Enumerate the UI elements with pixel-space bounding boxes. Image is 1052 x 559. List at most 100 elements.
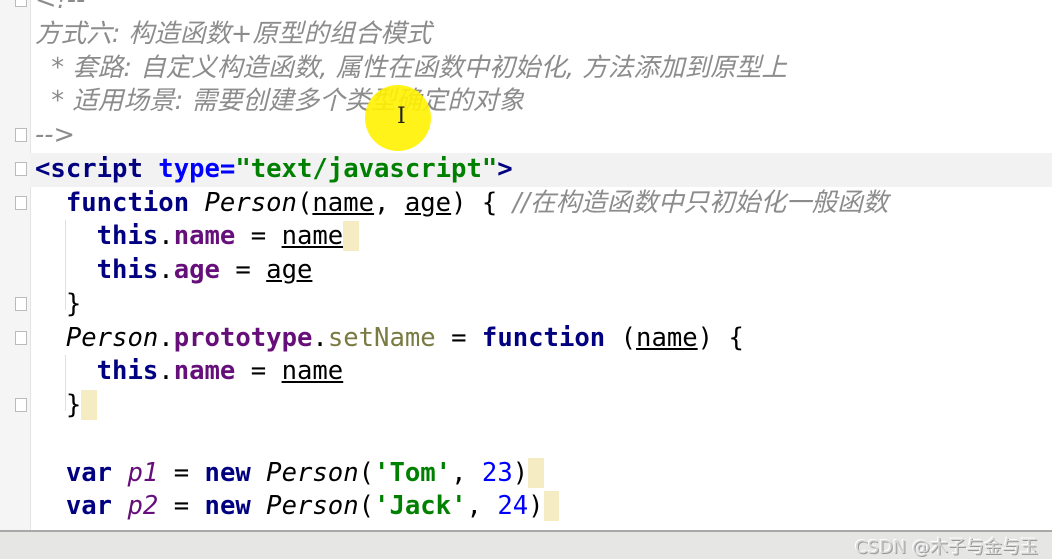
code-token-kw: var	[65, 491, 128, 522]
fold-marker-icon[interactable]	[15, 398, 27, 412]
code-line[interactable]: <script type="text/javascript">	[35, 152, 513, 186]
fold-marker-icon[interactable]	[15, 195, 27, 210]
code-line[interactable]: var p2 = new Person('Jack', 24)	[35, 489, 559, 523]
code-token-kw: new	[204, 491, 267, 522]
code-token-plain: .	[158, 356, 174, 387]
code-editor[interactable]: <!-- 方式六: 构造函数+原型的组合模式 * 套路: 自定义构造函数, 属性在…	[0, 0, 1052, 530]
code-token-plain: .	[158, 221, 174, 252]
code-token-kw: this	[96, 255, 159, 285]
code-token-plain: )	[512, 457, 529, 488]
code-token-plain: (	[296, 187, 313, 218]
text-cursor-icon: I	[397, 104, 406, 129]
code-token-plain: .	[312, 322, 328, 353]
code-token-comment: <!--	[35, 0, 86, 15]
code-token-comment: * 套路: 自定义构造函数, 属性在函数中初始化, 方法添加到原型上	[35, 52, 787, 83]
code-token-fn: Person	[266, 457, 359, 488]
brace-match-highlight	[528, 457, 544, 488]
code-token-num: 23	[481, 457, 513, 488]
code-token-attr: type=	[158, 153, 236, 184]
code-token-plain: =	[235, 221, 282, 252]
fold-marker-icon[interactable]	[15, 161, 27, 176]
brace-match-highlight	[343, 221, 359, 252]
code-token-kw: var	[65, 457, 128, 488]
code-token-plain: .	[158, 255, 174, 285]
code-token-plain: ,	[466, 491, 498, 522]
code-token-tag: >	[497, 153, 513, 184]
code-line[interactable]: this.name = name	[35, 354, 344, 388]
code-token-param: name	[636, 322, 698, 353]
code-token-kw: new	[204, 457, 267, 488]
indent-guide	[65, 355, 66, 411]
code-token-plain: (	[620, 322, 637, 353]
code-token-plain: }	[35, 288, 82, 319]
code-line[interactable]: <!--	[35, 0, 85, 17]
code-token-prop: name	[173, 221, 236, 252]
brace-match-highlight	[81, 390, 97, 420]
code-line[interactable]: 方式六: 构造函数+原型的组合模式	[35, 17, 432, 51]
code-token-fn: Person	[266, 491, 359, 522]
code-token-num: 24	[497, 491, 529, 522]
code-line[interactable]: * 适用场景: 需要创建多个类型确定的对象	[35, 84, 524, 118]
watermark: CSDN @木子与金与玉	[854, 537, 1038, 558]
fold-marker-icon[interactable]	[15, 296, 27, 311]
code-token-plain: =	[435, 322, 482, 353]
code-token-param: age	[404, 187, 452, 218]
code-token-comment: //在构造函数中只初始化一般函数	[512, 187, 889, 218]
code-token-plain: =	[235, 356, 282, 387]
code-token-prop: age	[173, 255, 220, 285]
code-token-kw: function	[65, 187, 205, 218]
code-token-plain: =	[158, 491, 205, 522]
code-line[interactable]: this.age = age	[35, 253, 313, 287]
fold-marker-icon[interactable]	[15, 128, 27, 142]
code-token-fn: Person	[65, 322, 159, 353]
code-token-plain: =	[219, 255, 267, 285]
code-line[interactable]: var p1 = new Person('Tom', 23)	[35, 456, 544, 490]
code-token-param: name	[281, 221, 344, 252]
code-token-param: name	[281, 356, 344, 387]
code-token-var: p2	[127, 491, 159, 522]
code-token-param: age	[266, 255, 313, 285]
code-token-str: 'Tom'	[374, 457, 452, 488]
code-token-plain: ,	[451, 457, 482, 488]
fold-marker-icon[interactable]	[15, 0, 27, 7]
code-token-var: p1	[127, 457, 159, 488]
code-token-tag: <script	[35, 153, 159, 184]
fold-marker-icon[interactable]	[15, 330, 27, 345]
code-line[interactable]: this.name = name	[35, 219, 359, 253]
code-line[interactable]: -->	[35, 118, 75, 152]
code-token-plain: .	[158, 322, 174, 353]
status-bar: CSDN @木子与金与玉	[0, 530, 1052, 559]
code-token-param: name	[312, 187, 375, 218]
code-token-kw: this	[96, 221, 159, 252]
code-token-str: 'Jack'	[374, 491, 467, 522]
code-token-comment: * 适用场景: 需要创建多个类型确定的对象	[35, 86, 525, 117]
code-line[interactable]: function Person(name, age) { //在构造函数中只初始…	[35, 186, 888, 220]
code-token-plain: ) {	[451, 187, 513, 218]
indent-guide	[65, 220, 66, 310]
code-token-method: setName	[327, 322, 436, 353]
code-token-comment: -->	[35, 120, 75, 150]
code-line[interactable]: Person.prototype.setName = function (nam…	[35, 321, 744, 355]
code-token-plain: ,	[374, 187, 405, 218]
brace-match-highlight	[543, 491, 559, 522]
code-token-plain: ) {	[697, 322, 744, 353]
code-token-plain: (	[358, 491, 375, 522]
code-token-prop: name	[173, 356, 236, 387]
code-token-kw: this	[96, 356, 159, 387]
code-token-kw: function	[481, 322, 621, 353]
code-token-plain: }	[35, 390, 82, 420]
code-token-plain: )	[528, 491, 544, 522]
code-token-str: "text/javascript"	[235, 153, 498, 184]
code-token-prop: prototype	[173, 322, 313, 353]
code-token-comment: 方式六: 构造函数+原型的组合模式	[35, 18, 432, 49]
code-token-plain: =	[158, 457, 205, 488]
code-token-plain: (	[358, 457, 375, 488]
gutter	[0, 0, 31, 530]
code-token-fn: Person	[204, 187, 297, 218]
code-line[interactable]: }	[35, 287, 81, 321]
code-line[interactable]: * 套路: 自定义构造函数, 属性在函数中初始化, 方法添加到原型上	[35, 51, 787, 85]
